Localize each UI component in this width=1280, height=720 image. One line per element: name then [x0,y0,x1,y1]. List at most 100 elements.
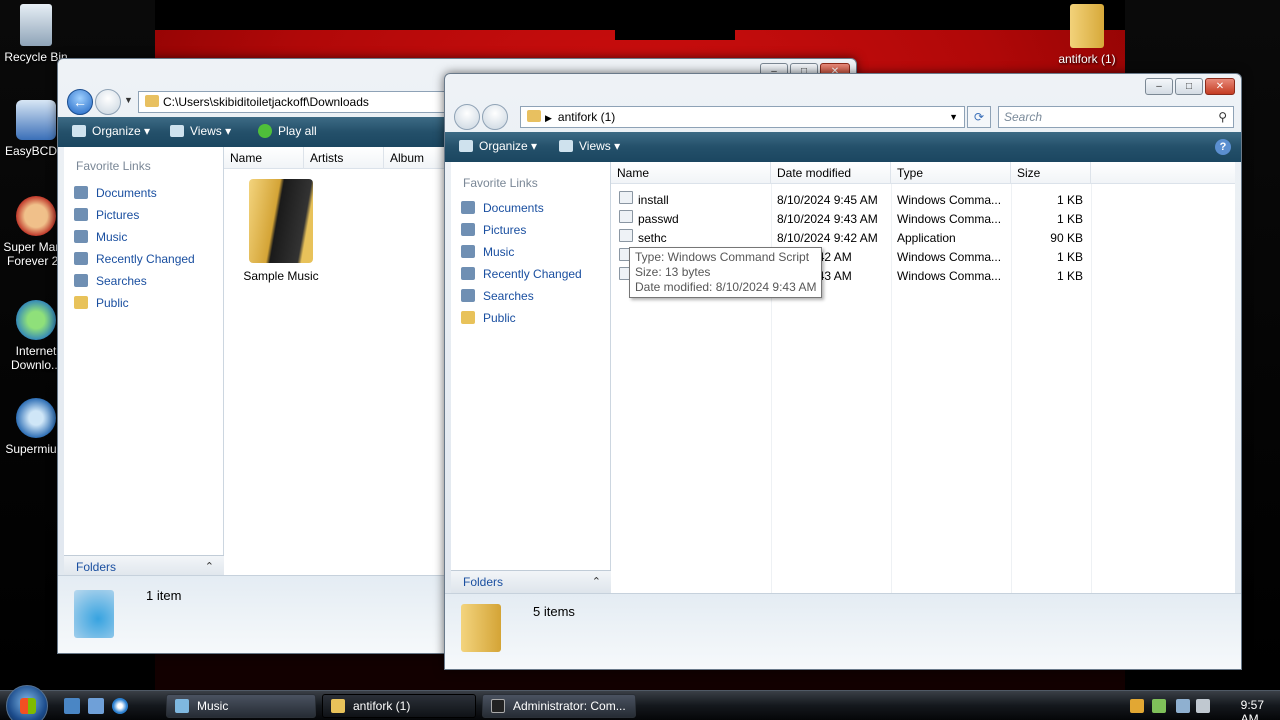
script-file-icon [619,210,633,223]
nav-public[interactable]: Public [74,293,129,313]
antifork-navigation-pane: Favorite Links Documents Pictures Music … [451,162,611,665]
antifork-window-titlebar[interactable]: – □ ✕ [445,74,1241,102]
column-artists[interactable]: Artists [304,147,384,169]
close-button[interactable]: ✕ [1205,78,1235,95]
views-icon [170,125,184,137]
column-name[interactable]: Name [611,162,771,184]
file-row[interactable]: install 8/10/2024 9:45 AM Windows Comma.… [611,191,1235,210]
file-row[interactable]: passwd 8/10/2024 9:43 AM Windows Comma..… [611,210,1235,229]
search-input[interactable]: Search ⚲ [998,106,1234,128]
forward-button[interactable] [482,104,508,130]
music-folder-icon [74,590,114,638]
folder-icon [145,95,159,107]
folder-icon [249,179,313,263]
minimize-button[interactable]: – [1145,78,1173,95]
nav-music[interactable]: Music [74,227,127,247]
taskbar: Music antifork (1) Administrator: Com...… [0,685,1280,720]
favorite-links-title: Favorite Links [76,159,151,173]
show-desktop-icon[interactable] [64,698,80,714]
pictures-icon [461,223,475,236]
searches-icon [461,289,475,302]
column-type[interactable]: Type [891,162,1011,184]
item-count: 1 item [146,588,182,603]
application-file-icon [619,229,633,242]
address-bar[interactable]: ▶ antifork (1) ▼ [520,106,965,128]
clock[interactable]: 9:57 AM [1241,698,1264,720]
taskbar-button-command-prompt[interactable]: Administrator: Com... [482,694,636,718]
organize-button[interactable]: Organize ▾ [72,124,150,138]
column-date-modified[interactable]: Date modified [771,162,891,184]
antifork-explorer-window: – □ ✕ ▶ antifork (1) ▼ ⟳ Search ⚲ Organiz… [444,73,1242,670]
network-icon[interactable] [1176,699,1190,713]
documents-icon [74,186,88,199]
start-button[interactable] [6,685,48,720]
favorite-links-title: Favorite Links [463,176,538,190]
refresh-icon: ⟳ [973,110,985,124]
item-count: 5 items [533,604,575,619]
internet-explorer-icon[interactable] [112,698,128,714]
music-navigation-pane: Favorite Links Documents Pictures Music … [64,147,224,635]
music-icon [175,699,189,713]
volume-muted-icon[interactable] [1196,699,1210,713]
recycle-bin-icon[interactable]: Recycle Bin [0,4,72,64]
play-icon [258,124,272,138]
file-row[interactable]: sethc 8/10/2024 9:42 AM Application 90 K… [611,229,1235,248]
switch-windows-icon[interactable] [88,698,104,714]
nav-public[interactable]: Public [461,308,516,328]
nav-recently-changed[interactable]: Recently Changed [74,249,195,269]
music-icon [74,230,88,243]
music-icon [461,245,475,258]
recent-pages-chevron-icon[interactable]: ▼ [124,95,133,105]
breadcrumb[interactable]: antifork (1) [558,110,615,124]
documents-icon [461,201,475,214]
taskbar-button-music[interactable]: Music [166,694,316,718]
address-dropdown-icon[interactable]: ▼ [949,107,958,127]
views-icon [559,140,573,152]
views-button[interactable]: Views ▾ [559,139,620,153]
antifork-file-pane: Name Date modified Type Size install 8/1… [611,162,1235,594]
column-size[interactable]: Size [1011,162,1091,184]
nav-documents[interactable]: Documents [461,198,544,218]
maximize-button[interactable]: □ [1175,78,1203,95]
security-shield-icon[interactable] [1130,699,1144,713]
searches-icon [74,274,88,287]
recently-changed-icon [461,267,475,280]
safely-remove-icon[interactable] [1152,699,1166,713]
nav-pictures[interactable]: Pictures [461,220,526,240]
taskbar-button-antifork[interactable]: antifork (1) [322,694,476,718]
search-icon[interactable]: ⚲ [1218,107,1227,127]
views-button[interactable]: Views ▾ [170,124,231,138]
address-bar[interactable]: C:\Users\skibiditoiletjackoff\Downloads [138,91,448,113]
nav-searches[interactable]: Searches [461,286,534,306]
windows-logo-icon [20,698,36,714]
antifork-command-bar: Organize ▾ Views ▾ ? [445,132,1241,162]
help-icon[interactable]: ? [1215,139,1231,155]
chevron-up-icon: ⌃ [591,576,601,588]
back-button[interactable]: ← [67,89,93,115]
folders-toggle[interactable]: Folders ⌃ [451,570,611,594]
nav-pictures[interactable]: Pictures [74,205,139,225]
organize-icon [459,140,473,152]
nav-music[interactable]: Music [461,242,514,262]
public-folder-icon [74,296,88,309]
nav-recently-changed[interactable]: Recently Changed [461,264,582,284]
refresh-button[interactable]: ⟳ [967,106,991,128]
script-file-icon [619,191,633,204]
organize-icon [72,125,86,137]
antifork-details-pane: 5 items [445,593,1241,669]
back-button[interactable] [454,104,480,130]
play-all-button[interactable]: Play all [258,124,317,138]
nav-searches[interactable]: Searches [74,271,147,291]
breadcrumb-arrow-icon[interactable]: ▶ [545,113,552,123]
antifork-folder-icon[interactable]: antifork (1) [1050,4,1124,66]
sample-music-folder[interactable]: Sample Music [238,179,324,283]
pictures-icon [74,208,88,221]
file-tooltip: Type: Windows Command Script Size: 13 by… [629,247,823,298]
nav-documents[interactable]: Documents [74,183,157,203]
public-folder-icon [461,311,475,324]
column-name[interactable]: Name [224,147,304,169]
forward-button[interactable] [95,89,121,115]
folder-icon [331,699,345,713]
organize-button[interactable]: Organize ▾ [459,139,537,153]
folder-icon [461,604,501,652]
